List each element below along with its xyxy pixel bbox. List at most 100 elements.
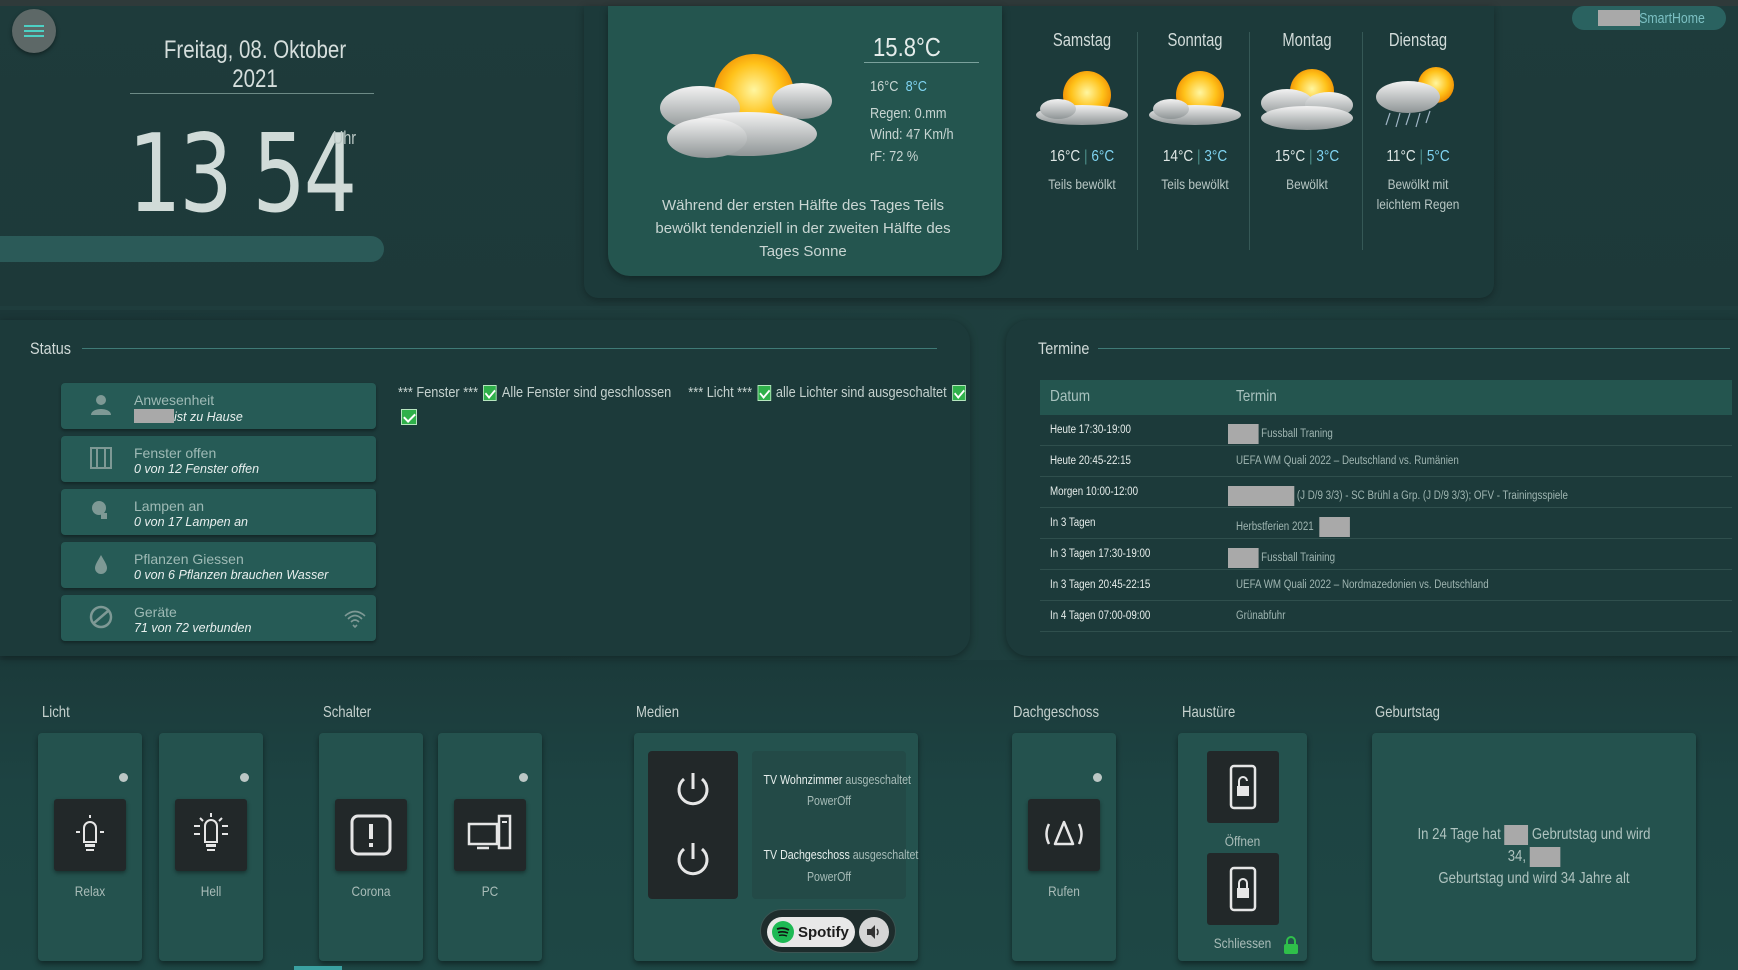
table-row[interactable]: In 3 Tagen 17:30-19:00 Fussball Training (1040, 539, 1732, 570)
spotify-icon (772, 921, 794, 943)
row-termin: Grünabfuhr (1236, 610, 1286, 622)
tile-label: Rufen (1048, 883, 1080, 899)
status-card-title: Geräte (134, 604, 177, 620)
table-row[interactable]: Morgen 10:00-12:00 (J D/9 3/3) - SC Brüh… (1040, 477, 1732, 508)
temp-divider (864, 62, 979, 63)
status-card-devices[interactable]: Geräte 71 von 72 verbunden (61, 595, 376, 641)
row-termin: UEFA WM Quali 2022 – Deutschland vs. Rum… (1236, 455, 1459, 467)
table-row[interactable]: Heute 20:45-22:15 UEFA WM Quali 2022 – D… (1040, 446, 1732, 477)
schalter-title: Schalter (323, 704, 372, 721)
status-title: Status (30, 339, 71, 358)
power-icon[interactable] (672, 839, 714, 881)
tv-dachgeschoss: TV Dachgeschoss ausgeschaltet (763, 848, 919, 862)
forecast-temps: 16°C | 6°C (1049, 148, 1115, 165)
row-datum: Morgen 10:00-12:00 (1050, 486, 1139, 498)
redacted-name (1529, 846, 1561, 867)
light-tile-hell[interactable]: Hell (159, 733, 263, 961)
status-dot (1093, 773, 1102, 782)
fenster-check-label: *** Fenster *** (398, 384, 479, 401)
hamburger-icon (24, 25, 44, 37)
redacted-name (1598, 10, 1640, 26)
status-card-windows[interactable]: Fenster offen 0 von 12 Fenster offen (61, 436, 376, 482)
door-close-label: Schliessen (1213, 935, 1272, 951)
switch-button[interactable] (454, 799, 526, 871)
bulb-icon (194, 813, 228, 851)
status-card-title: Anwesenheit (134, 392, 215, 408)
bottom-indicator (294, 966, 342, 970)
forecast-low: 6°C (1091, 148, 1115, 165)
lock-icon (1284, 936, 1298, 954)
redacted-name (134, 409, 174, 423)
bulb-button[interactable] (54, 799, 126, 871)
date-divider (130, 93, 374, 94)
current-date: Freitag, 08. Oktober 2021 (163, 36, 347, 93)
rain-value: Regen: 0.mm (870, 105, 947, 122)
status-card-title: Pflanzen Giessen (134, 551, 244, 567)
switch-button[interactable] (335, 799, 407, 871)
table-row[interactable]: Heute 17:30-19:00 Fussball Traning (1040, 415, 1732, 446)
smarthome-badge[interactable]: SmartHome (1572, 6, 1726, 30)
medien-title: Medien (636, 704, 680, 721)
forecast-temps: 14°C | 3°C (1162, 148, 1228, 165)
geburtstag-tile: In 24 Tage hat Gebrutstag und wird 34, G… (1372, 733, 1696, 961)
media-panel: TV Wohnzimmer ausgeschaltet PowerOff TV … (634, 733, 918, 961)
high-temp: 16°C (870, 78, 899, 95)
status-divider (82, 348, 937, 349)
forecast-day-name: Dienstag (1388, 30, 1448, 50)
status-card-presence[interactable]: Anwesenheit ist zu Hause (61, 383, 376, 429)
speaker-button[interactable] (859, 917, 889, 947)
status-dot (119, 773, 128, 782)
check-icon (757, 384, 771, 401)
redacted-name (1504, 824, 1529, 845)
licht-check-text: alle Lichter sind ausgeschaltet (775, 384, 947, 401)
geburtstag-text: In 24 Tage hat Gebrutstag und wird 34, G… (1417, 824, 1651, 887)
devices-icon (89, 605, 113, 629)
spotify-button[interactable]: Spotify (767, 917, 855, 947)
status-card-subtitle: 0 von 6 Pflanzen brauchen Wasser (134, 568, 329, 582)
table-row[interactable]: In 4 Tagen 07:00-09:00 Grünabfuhr (1040, 601, 1732, 632)
switch-tile-corona[interactable]: Corona (319, 733, 423, 961)
speaker-icon (867, 925, 879, 939)
redacted-name (1228, 486, 1295, 506)
licht-title: Licht (42, 704, 70, 721)
geburtstag-title: Geburtstag (1375, 704, 1440, 721)
col-datum: Datum (1050, 388, 1091, 405)
forecast-day-name: Montag (1282, 30, 1332, 50)
current-weather-card: 15.8°C 16°C 8°C Regen: 0.mm Wind: 47 Km/… (608, 6, 1002, 276)
forecast-day-name: Sonntag (1167, 30, 1223, 50)
bell-alarm-icon (1045, 820, 1083, 846)
forecast-low: 3°C (1316, 148, 1340, 165)
light-tile-relax[interactable]: Relax (38, 733, 142, 961)
forecast-temps: 15°C | 3°C (1274, 148, 1340, 165)
power-icon[interactable] (672, 769, 714, 811)
window-icon (90, 447, 112, 469)
status-card-plants[interactable]: Pflanzen Giessen 0 von 6 Pflanzen brauch… (61, 542, 376, 588)
redacted-name (1228, 424, 1259, 444)
forecast-temps: 11°C | 5°C (1386, 148, 1450, 165)
clock-unit: Uhr (332, 128, 357, 148)
row-termin: Fussball Training (1228, 548, 1335, 568)
dachgeschoss-tile[interactable]: Rufen (1012, 733, 1116, 961)
row-datum: In 3 Tagen 17:30-19:00 (1050, 548, 1151, 560)
wind-value: Wind: 47 Km/h (870, 126, 954, 143)
switch-tile-pc[interactable]: PC (438, 733, 542, 961)
bulb-button[interactable] (175, 799, 247, 871)
row-termin: UEFA WM Quali 2022 – Nordmazedonien vs. … (1236, 579, 1489, 591)
fenster-check-text: Alle Fenster sind geschlossen (501, 384, 672, 401)
door-close-button[interactable] (1207, 853, 1279, 925)
partly-cloudy-icon (660, 54, 832, 158)
row-datum: In 4 Tagen 07:00-09:00 (1050, 610, 1151, 622)
spotify-control[interactable]: Spotify (760, 909, 896, 953)
dachgeschoss-title: Dachgeschoss (1013, 704, 1100, 721)
tile-label: PC (481, 883, 499, 899)
table-row[interactable]: In 3 Tagen 20:45-22:15 UEFA WM Quali 202… (1040, 570, 1732, 601)
spotify-label: Spotify (798, 923, 849, 941)
rufen-button[interactable] (1028, 799, 1100, 871)
termine-title: Termine (1038, 339, 1090, 358)
status-card-lamps[interactable]: Lampen an 0 von 17 Lampen an (61, 489, 376, 535)
forecast-day: Montag 15°C | 3°C Bewölkt (1251, 6, 1363, 246)
table-row[interactable]: In 3 Tagen Herbstferien 2021 (1040, 508, 1732, 539)
row-datum: In 3 Tagen (1050, 517, 1096, 529)
menu-button[interactable] (12, 9, 56, 53)
door-open-button[interactable] (1207, 751, 1279, 823)
